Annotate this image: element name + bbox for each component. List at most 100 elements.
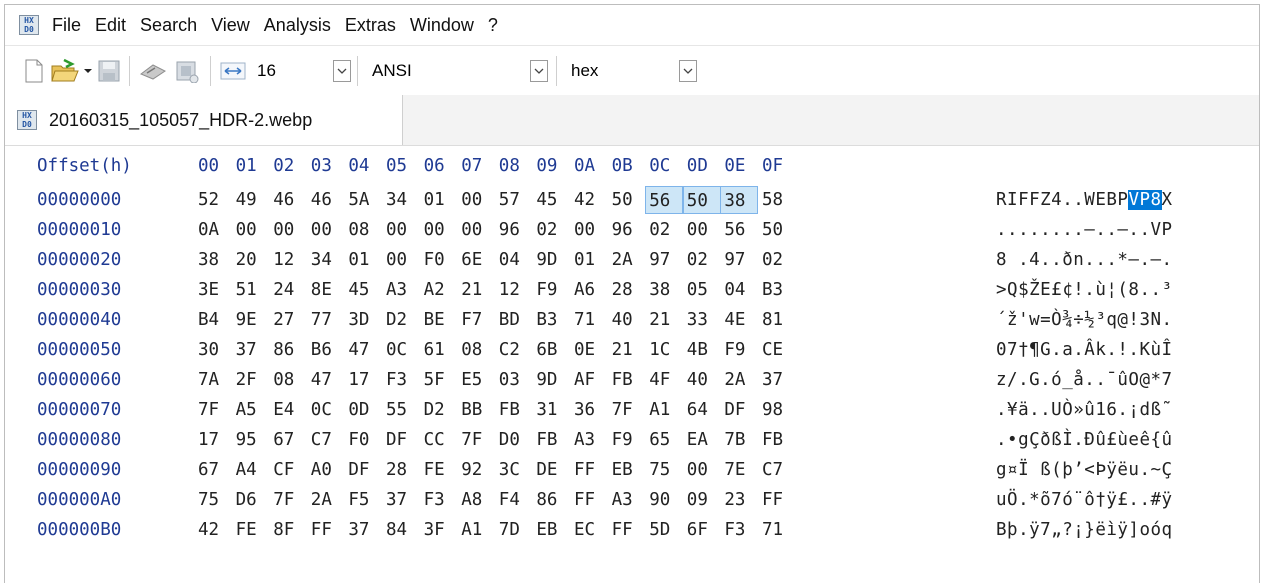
hex-byte[interactable]: 00 <box>461 215 482 245</box>
hex-byte[interactable]: C7 <box>762 455 783 485</box>
hex-byte[interactable]: 24 <box>273 275 294 305</box>
hex-byte[interactable]: 00 <box>424 215 445 245</box>
hex-byte[interactable]: 58 <box>762 185 783 215</box>
hex-byte[interactable]: 08 <box>348 215 369 245</box>
hex-byte[interactable]: FF <box>762 485 783 515</box>
hex-byte[interactable]: 01 <box>574 245 595 275</box>
hex-byte[interactable]: FB <box>536 425 557 455</box>
hex-byte[interactable]: 21 <box>649 305 670 335</box>
hex-byte[interactable]: 5F <box>424 365 445 395</box>
hex-byte[interactable]: CC <box>424 425 445 455</box>
hex-byte[interactable]: A1 <box>461 515 482 545</box>
hex-byte[interactable]: 55 <box>386 395 407 425</box>
ascii-text[interactable]: .•gÇðßÌ.Ðû£ùeê{û <box>996 425 1173 455</box>
hex-byte[interactable]: E4 <box>273 395 294 425</box>
hex-byte[interactable]: 40 <box>612 305 633 335</box>
open-disk-button[interactable] <box>136 54 170 88</box>
ascii-text[interactable]: >Q$ŽE£¢!.ù¦(8..³ <box>996 275 1173 305</box>
menu-window[interactable]: Window <box>403 15 481 36</box>
hex-byte[interactable]: 7A <box>198 365 219 395</box>
hex-byte[interactable]: FF <box>574 485 595 515</box>
hex-byte[interactable]: C2 <box>499 335 520 365</box>
hex-byte[interactable]: A3 <box>612 485 633 515</box>
hex-byte[interactable]: 7E <box>724 455 745 485</box>
hex-byte[interactable]: EC <box>574 515 595 545</box>
hex-byte[interactable]: 81 <box>762 305 783 335</box>
hex-byte[interactable]: 9D <box>536 245 557 275</box>
hex-byte[interactable]: 08 <box>273 365 294 395</box>
hex-byte[interactable]: FE <box>236 515 257 545</box>
chevron-down-icon[interactable] <box>679 59 697 82</box>
hex-byte[interactable]: 45 <box>348 275 369 305</box>
hex-byte[interactable]: 64 <box>687 395 708 425</box>
hex-byte[interactable]: 7F <box>461 425 482 455</box>
hex-row[interactable]: 000000B0 42 FE 8F FF 37 84 3F A1 7D EB EC FF 5D 6F F3 71… <box>5 515 1259 545</box>
hex-row[interactable]: 00000060 7A 2F 08 47 17 F3 5F E5 03 9D AF FB 4F 40 2A 37… <box>5 365 1259 395</box>
menu-edit[interactable]: Edit <box>88 15 133 36</box>
hex-byte[interactable]: 98 <box>762 395 783 425</box>
hex-byte[interactable]: C7 <box>311 425 332 455</box>
hex-byte[interactable]: 61 <box>424 335 445 365</box>
hex-byte[interactable]: D0 <box>499 425 520 455</box>
hex-byte[interactable]: F3 <box>386 365 407 395</box>
hex-byte[interactable]: 7F <box>198 395 219 425</box>
hex-byte[interactable]: F7 <box>461 305 482 335</box>
hex-row[interactable]: 00000070 7F A5 E4 0C 0D 55 D2 BB FB 31 36 7F A1 64 DF 98… <box>5 395 1259 425</box>
hex-byte[interactable]: EB <box>536 515 557 545</box>
hex-byte[interactable]: BB <box>461 395 482 425</box>
hex-byte[interactable]: F9 <box>612 425 633 455</box>
hex-byte[interactable]: B4 <box>198 305 219 335</box>
hex-byte[interactable]: F0 <box>348 425 369 455</box>
hex-byte[interactable]: 01 <box>348 245 369 275</box>
hex-byte[interactable]: 00 <box>236 215 257 245</box>
hex-editor-view[interactable]: Offset(h) 00 01 02 03 04 05 06 07 08 09 0A 0B 0C 0D 0E 0… <box>5 146 1259 583</box>
hex-row[interactable]: 00000000 52 49 46 46 5A 34 01 00 57 45 42 50 56 50 38 58… <box>5 185 1259 215</box>
hex-byte[interactable]: F3 <box>724 515 745 545</box>
hex-byte[interactable]: CF <box>273 455 294 485</box>
ascii-text[interactable]: .¥ä..UÒ»û16.¡dß˜ <box>996 395 1173 425</box>
hex-byte[interactable]: 0D <box>348 395 369 425</box>
hex-byte[interactable]: 34 <box>386 185 407 215</box>
hex-byte[interactable]: A3 <box>386 275 407 305</box>
hex-byte[interactable]: F9 <box>536 275 557 305</box>
hex-byte[interactable]: FF <box>612 515 633 545</box>
hex-byte[interactable]: 51 <box>236 275 257 305</box>
hex-byte[interactable]: 04 <box>499 245 520 275</box>
hex-byte[interactable]: A0 <box>311 455 332 485</box>
hex-byte[interactable]: 02 <box>536 215 557 245</box>
hex-byte[interactable]: 6E <box>461 245 482 275</box>
hex-byte[interactable]: D2 <box>424 395 445 425</box>
hex-byte[interactable]: 00 <box>687 215 708 245</box>
hex-byte[interactable]: 00 <box>311 215 332 245</box>
hex-byte[interactable]: 65 <box>649 425 670 455</box>
hex-byte[interactable]: 0C <box>386 335 407 365</box>
hex-byte[interactable]: 84 <box>386 515 407 545</box>
hex-byte[interactable]: 77 <box>311 305 332 335</box>
hex-byte[interactable]: BD <box>499 305 520 335</box>
hex-byte[interactable]: 86 <box>536 485 557 515</box>
hex-byte[interactable]: 33 <box>687 305 708 335</box>
hex-byte[interactable]: B6 <box>311 335 332 365</box>
hex-byte[interactable]: 57 <box>499 185 520 215</box>
hex-byte[interactable]: 3E <box>198 275 219 305</box>
display-mode-select[interactable]: hex <box>563 56 699 86</box>
hex-byte[interactable]: 9D <box>536 365 557 395</box>
hex-byte[interactable]: 7B <box>724 425 745 455</box>
hex-byte[interactable]: 2A <box>311 485 332 515</box>
hex-byte[interactable]: 7F <box>273 485 294 515</box>
hex-byte[interactable]: 23 <box>724 485 745 515</box>
hex-row[interactable]: 00000050 30 37 86 B6 47 0C 61 08 C2 6B 0E 21 1C 4B F9 CE… <box>5 335 1259 365</box>
hex-byte[interactable]: EB <box>612 455 633 485</box>
ascii-text[interactable]: 8 .4..ðn...*—.—. <box>996 245 1173 275</box>
hex-byte[interactable]: 27 <box>273 305 294 335</box>
hex-byte[interactable]: 96 <box>612 215 633 245</box>
hex-byte[interactable]: 92 <box>461 455 482 485</box>
hex-byte[interactable]: 12 <box>273 245 294 275</box>
hex-byte[interactable]: 03 <box>499 365 520 395</box>
hex-byte[interactable]: 30 <box>198 335 219 365</box>
hex-byte[interactable]: 75 <box>649 455 670 485</box>
hex-byte[interactable]: 3C <box>499 455 520 485</box>
ascii-text[interactable]: g¤Ï ß(þ’<Þÿëu.~Ç <box>996 455 1173 485</box>
open-file-button[interactable] <box>49 54 81 88</box>
hex-byte[interactable]: 21 <box>612 335 633 365</box>
